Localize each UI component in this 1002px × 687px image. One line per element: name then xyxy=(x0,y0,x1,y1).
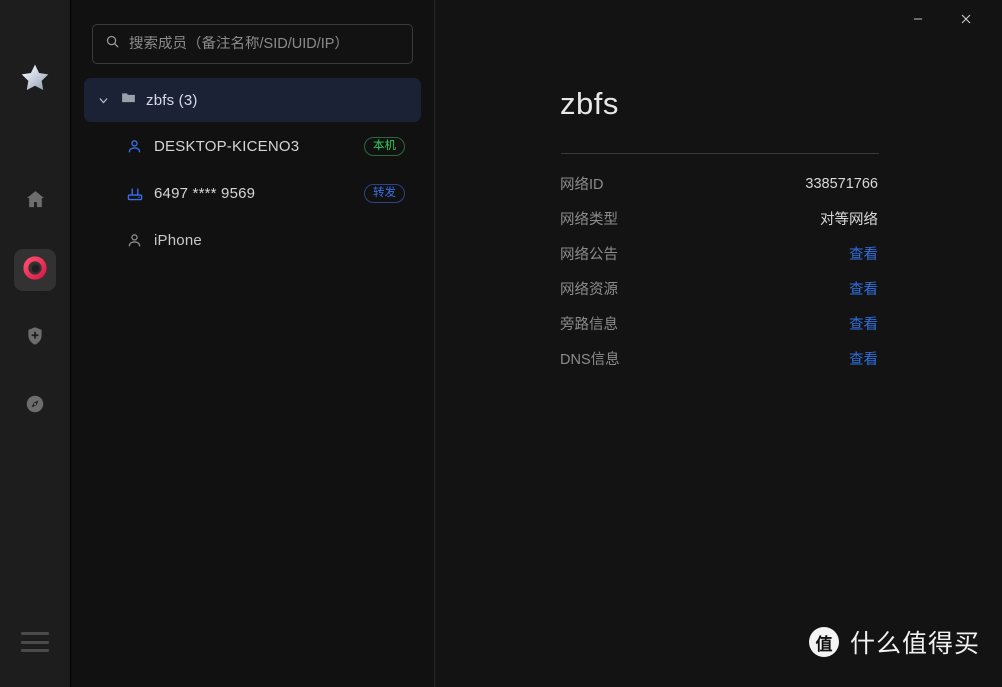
watermark: 值 什么值得买 xyxy=(808,624,980,660)
watermark-text: 什么值得买 xyxy=(849,629,980,658)
network-info-list: 网络ID 338571766 网络类型 对等网络 网络公告 查看 网络资源 查看… xyxy=(560,166,878,376)
info-key: 旁路信息 xyxy=(560,317,618,333)
rail-item-network[interactable] xyxy=(14,249,56,291)
search-icon xyxy=(105,34,120,54)
detail-body: zbfs 网络ID 338571766 网络类型 对等网络 网络公告 查看 网络… xyxy=(435,38,1002,376)
info-key: 网络公告 xyxy=(560,247,618,263)
view-link[interactable]: 查看 xyxy=(849,348,878,369)
info-value: 对等网络 xyxy=(820,212,878,228)
close-button[interactable] xyxy=(944,0,988,38)
member-row[interactable]: iPhone xyxy=(84,218,421,263)
router-icon xyxy=(125,185,144,203)
home-icon xyxy=(24,188,47,216)
app-window: zbfs (3) DESKTOP-KICENO3 本机 xyxy=(0,0,1002,687)
tree-group-label: zbfs (3) xyxy=(146,91,198,109)
star-icon xyxy=(15,58,55,98)
rail-item-home[interactable] xyxy=(14,181,56,223)
info-row-network-type: 网络类型 对等网络 xyxy=(560,201,878,236)
hamburger-menu-icon[interactable] xyxy=(21,632,49,652)
hamburger-line xyxy=(21,640,49,644)
page-title: zbfs xyxy=(560,86,619,121)
search-input[interactable] xyxy=(129,36,400,52)
info-key: 网络ID xyxy=(560,177,604,193)
hamburger-line xyxy=(21,649,49,652)
member-name: 6497 **** 9569 xyxy=(154,185,256,202)
hamburger-line xyxy=(21,632,49,635)
watermark-logo-icon: 值 xyxy=(808,627,839,657)
member-name: iPhone xyxy=(154,232,202,249)
status-badge: 转发 xyxy=(364,183,405,204)
folder-icon xyxy=(120,89,137,111)
divider xyxy=(561,153,879,154)
info-key: 网络资源 xyxy=(560,282,618,298)
view-link[interactable]: 查看 xyxy=(849,313,878,334)
network-icon xyxy=(22,255,48,286)
shield-plus-icon xyxy=(24,325,46,352)
member-row[interactable]: DESKTOP-KICENO3 本机 xyxy=(84,124,421,169)
info-row-bypass: 旁路信息 查看 xyxy=(560,306,878,341)
view-link[interactable]: 查看 xyxy=(849,243,878,264)
member-row[interactable]: 6497 **** 9569 转发 xyxy=(84,171,421,216)
rail-bottom xyxy=(0,632,70,652)
info-key: 网络类型 xyxy=(560,212,618,228)
members-panel: zbfs (3) DESKTOP-KICENO3 本机 xyxy=(71,0,435,687)
user-icon xyxy=(125,232,144,249)
member-tree: zbfs (3) DESKTOP-KICENO3 本机 6497 **** 95… xyxy=(71,78,434,263)
chevron-down-icon[interactable] xyxy=(97,94,110,107)
compass-icon xyxy=(24,393,46,420)
info-row-announcement: 网络公告 查看 xyxy=(560,236,878,271)
rail-item-security[interactable] xyxy=(14,317,56,359)
info-key: DNS信息 xyxy=(560,352,620,368)
member-name: DESKTOP-KICENO3 xyxy=(154,138,300,155)
search-box[interactable] xyxy=(92,24,413,64)
view-link[interactable]: 查看 xyxy=(849,278,878,299)
search-wrap xyxy=(71,24,434,64)
info-row-network-id: 网络ID 338571766 xyxy=(560,166,878,201)
rail-item-explore[interactable] xyxy=(14,385,56,427)
detail-panel: zbfs 网络ID 338571766 网络类型 对等网络 网络公告 查看 网络… xyxy=(435,0,1002,687)
left-icon-rail xyxy=(0,0,71,687)
minimize-button[interactable] xyxy=(896,0,940,38)
info-row-resources: 网络资源 查看 xyxy=(560,271,878,306)
info-row-dns: DNS信息 查看 xyxy=(560,341,878,376)
rail-nav xyxy=(14,181,56,427)
user-icon xyxy=(125,138,144,155)
info-value: 338571766 xyxy=(805,175,878,192)
title-bar xyxy=(435,0,1002,38)
status-badge: 本机 xyxy=(364,136,405,157)
tree-group-zbfs[interactable]: zbfs (3) xyxy=(84,78,421,122)
